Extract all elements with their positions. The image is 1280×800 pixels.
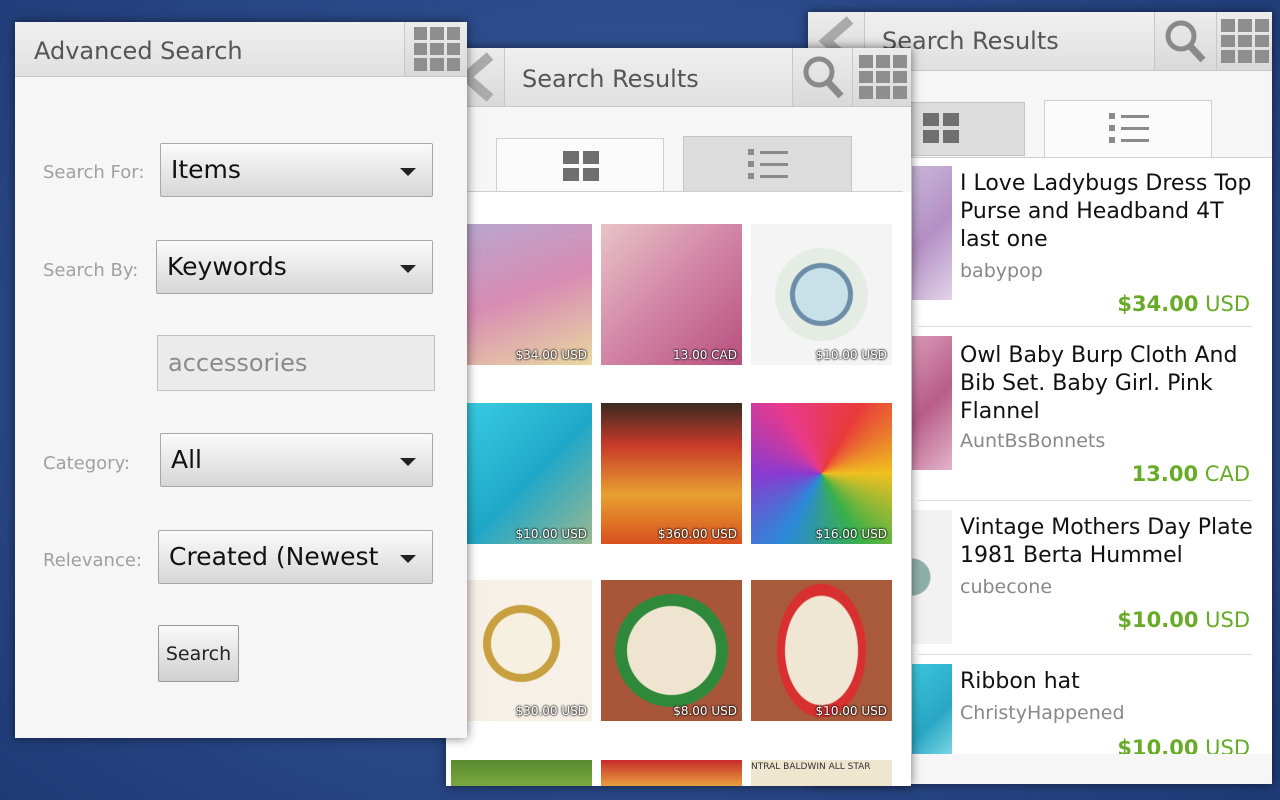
search-for-value: Items: [171, 155, 241, 184]
result-thumbnail[interactable]: $10.00 USD: [751, 580, 892, 721]
search-for-label: Search For:: [43, 162, 145, 183]
grid-menu-button[interactable]: [852, 48, 911, 106]
thumbnail-price: $30.00 USD: [515, 704, 587, 718]
keywords-field[interactable]: [157, 335, 435, 391]
category-select[interactable]: All: [160, 433, 433, 487]
keywords-input[interactable]: [158, 336, 434, 390]
result-thumbnail[interactable]: [601, 760, 742, 786]
result-thumbnail[interactable]: $10.00 USD: [451, 403, 592, 544]
item-price: $10.00 USD: [1117, 736, 1250, 754]
item-seller: ChristyHappened: [960, 702, 1125, 724]
advanced-search-titlebar: Advanced Search: [15, 22, 467, 77]
list-view-icon: [1109, 113, 1149, 149]
plate-photo: [912, 510, 952, 644]
search-for-select[interactable]: Items: [160, 143, 433, 197]
thumbnail-price: $34.00 USD: [515, 348, 587, 362]
item-seller: cubecone: [960, 576, 1053, 598]
result-thumbnail[interactable]: $10.00 USD: [751, 224, 892, 365]
list-view-icon: [748, 149, 788, 185]
relevance-select[interactable]: Created (Newest: [158, 530, 433, 584]
grid-menu-icon: [1221, 19, 1269, 63]
thumbnail-price: $10.00 USD: [815, 704, 887, 718]
thumbnail-caption: NTRAL BALDWIN ALL STAR: [751, 762, 871, 772]
thumbnail-price: $10.00 USD: [515, 527, 587, 541]
search-button[interactable]: [792, 48, 853, 106]
thumbnail-price: $8.00 USD: [673, 704, 737, 718]
result-thumbnail[interactable]: NTRAL BALDWIN ALL STAR: [751, 760, 892, 786]
grid-view-icon: [923, 113, 959, 143]
item-title: I Love Ladybugs Dress Top Purse and Head…: [960, 171, 1252, 252]
advanced-search-panel: Advanced Search Search For: Items Search…: [15, 22, 467, 738]
category-value: All: [171, 445, 202, 474]
thumbnail-price: $360.00 USD: [657, 527, 737, 541]
item-seller: AuntBsBonnets: [960, 430, 1106, 452]
result-thumbnail[interactable]: $360.00 USD: [601, 403, 742, 544]
result-thumbnail[interactable]: $8.00 USD: [601, 580, 742, 721]
tab-list-view[interactable]: [1044, 100, 1212, 158]
search-icon: [1165, 20, 1206, 63]
item-title: Owl Baby Burp Cloth And Bib Set. Baby Gi…: [960, 343, 1238, 424]
dropdown-arrow-icon: [400, 265, 416, 273]
grid-view-icon: [563, 151, 599, 181]
thumbnail-price: $10.00 USD: [815, 348, 887, 362]
tab-grid-view[interactable]: [908, 102, 1025, 156]
relevance-label: Relevance:: [43, 550, 142, 571]
result-thumbnail[interactable]: $30.00 USD: [451, 580, 592, 721]
result-thumbnail[interactable]: 13.00 CAD: [601, 224, 742, 365]
search-icon: [803, 56, 844, 99]
submit-search-button[interactable]: Search: [158, 625, 239, 682]
result-thumbnail[interactable]: $16.00 USD: [751, 403, 892, 544]
item-seller: babypop: [960, 260, 1043, 282]
grid-results-titlebar: Search Results: [446, 48, 911, 107]
result-thumbnail[interactable]: $34.00 USD: [451, 224, 592, 365]
grid-menu-icon: [414, 27, 460, 71]
search-by-value: Keywords: [167, 252, 287, 281]
item-price: $34.00 USD: [1117, 292, 1250, 316]
item-title: Ribbon hat: [960, 669, 1080, 694]
tab-list-view[interactable]: [683, 136, 852, 192]
result-thumbnail[interactable]: [451, 760, 592, 786]
search-button[interactable]: [1154, 12, 1217, 70]
item-price: 13.00 CAD: [1131, 462, 1250, 486]
tab-grid-view[interactable]: [496, 138, 664, 192]
grid-menu-button[interactable]: [404, 22, 467, 76]
search-by-label: Search By:: [43, 260, 139, 281]
page-title: Search Results: [522, 65, 699, 93]
item-price: $10.00 USD: [1117, 608, 1250, 632]
dropdown-arrow-icon: [400, 168, 416, 176]
page-title: Advanced Search: [34, 37, 243, 65]
dropdown-arrow-icon: [400, 555, 416, 563]
category-label: Category:: [43, 453, 130, 474]
relevance-value: Created (Newest: [169, 542, 379, 571]
item-title: Vintage Mothers Day Plate 1981 Berta Hum…: [960, 515, 1253, 568]
grid-menu-button[interactable]: [1216, 12, 1272, 70]
ladybug-dress-photo: [912, 166, 952, 300]
grid-results-panel: Search Results $34.00 USD 13.00 CAD $10.…: [446, 48, 911, 786]
ribbon-hat-photo: [912, 664, 952, 754]
thumbnail-price: 13.00 CAD: [673, 348, 737, 362]
thumbnail-price: $16.00 USD: [815, 527, 887, 541]
grid-menu-icon: [859, 55, 907, 99]
search-by-select[interactable]: Keywords: [156, 240, 433, 294]
owl-bib-photo: [912, 336, 952, 470]
dropdown-arrow-icon: [400, 458, 416, 466]
